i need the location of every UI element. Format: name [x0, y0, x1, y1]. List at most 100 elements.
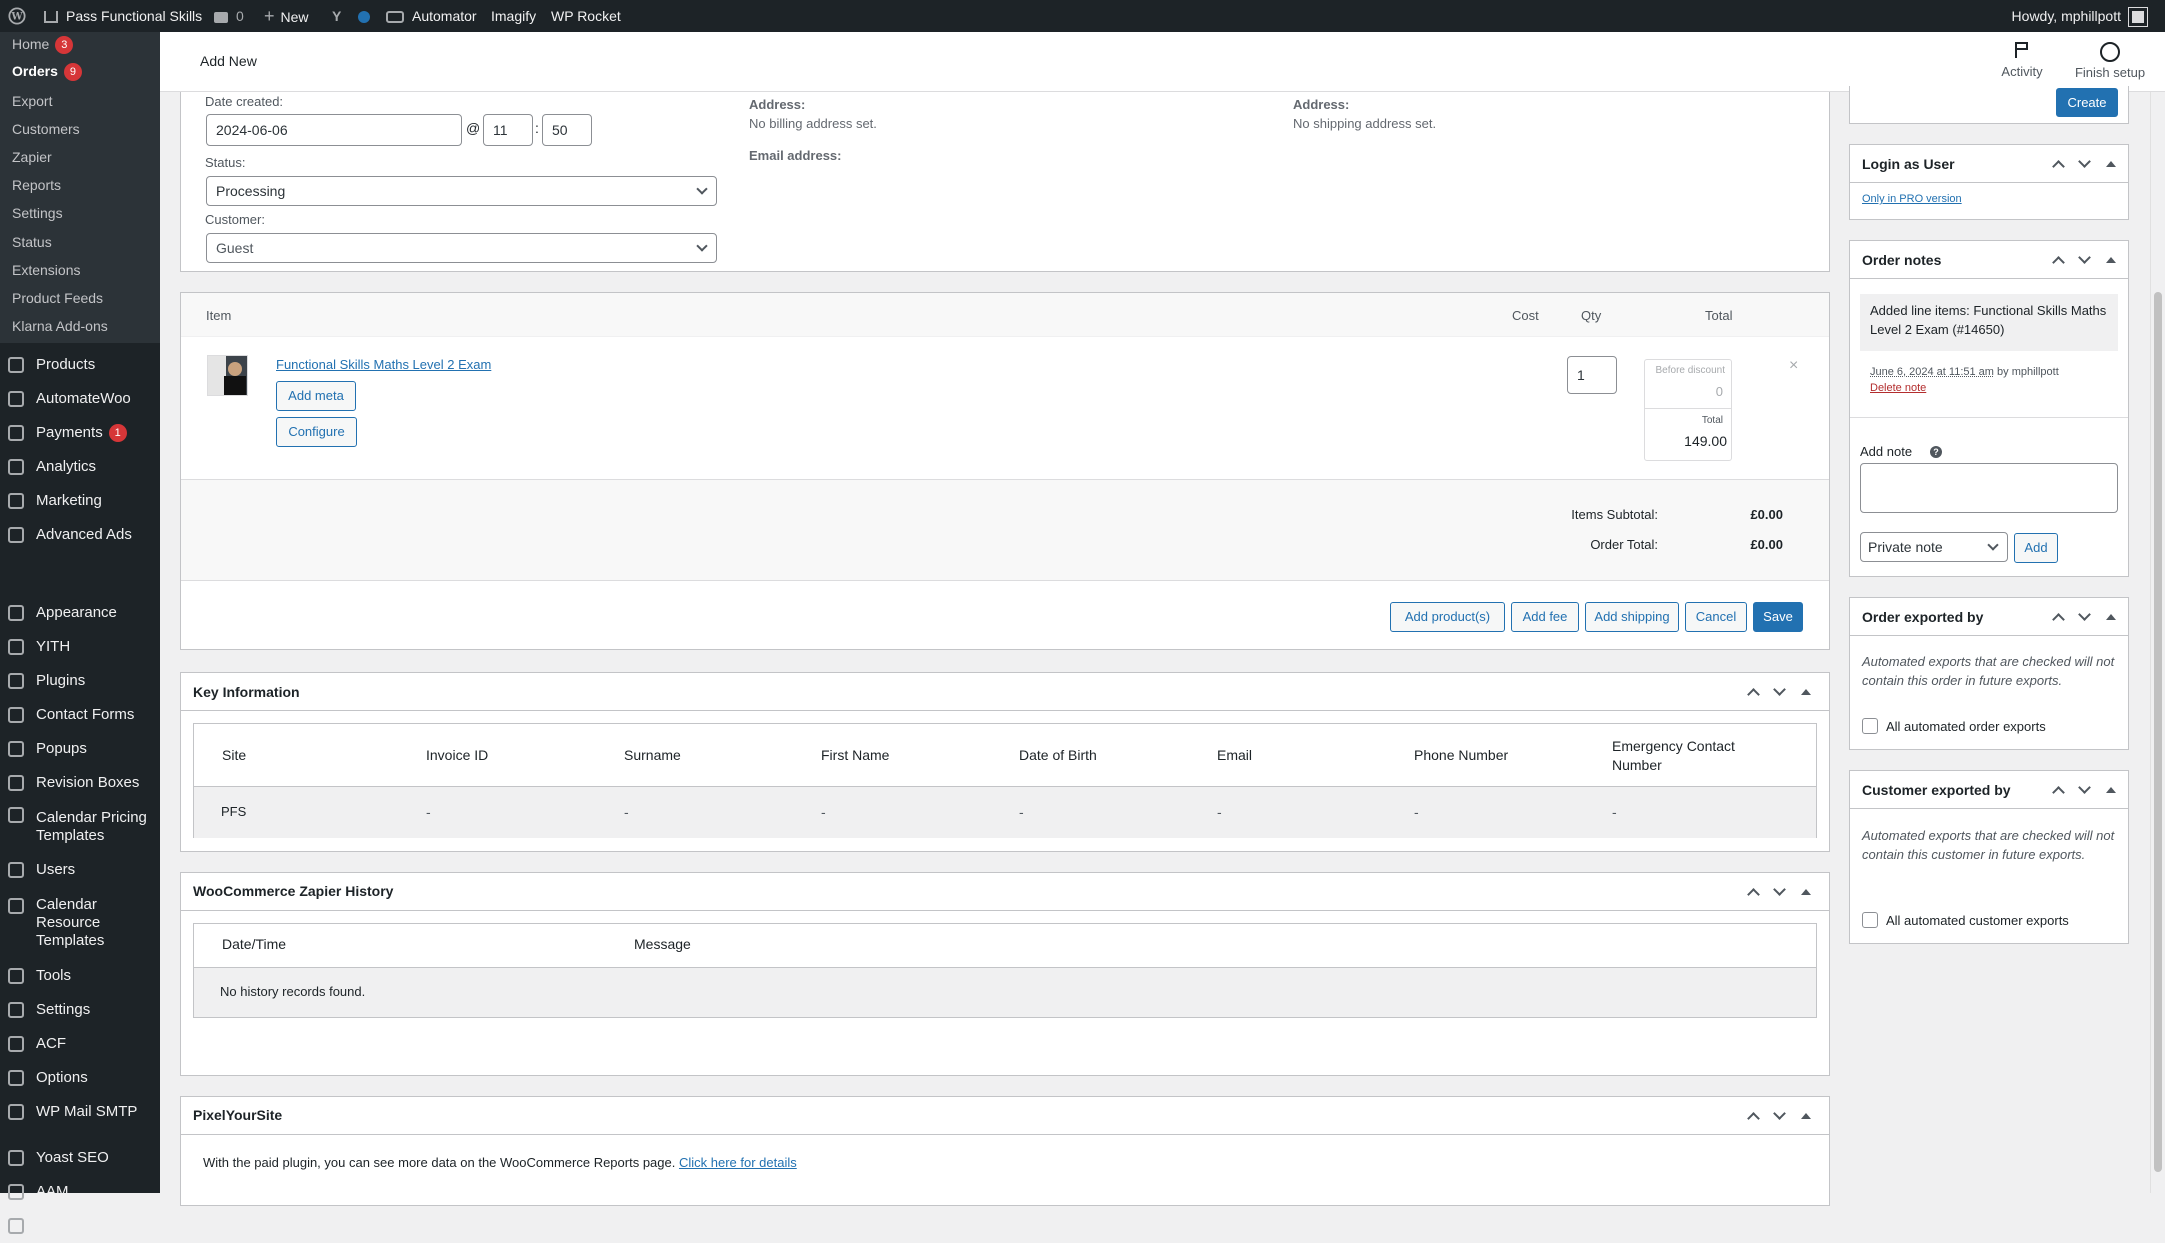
before-discount-input[interactable]: 0 [1716, 384, 1723, 399]
menu-contact-forms[interactable]: Contact Forms [0, 698, 160, 732]
add-note-button[interactable]: Add [2014, 533, 2058, 563]
comments-link[interactable]: 0 [214, 0, 244, 32]
menu-wp-mail-smtp[interactable]: WP Mail SMTP [0, 1095, 160, 1129]
submenu-status[interactable]: Status [12, 234, 52, 250]
move-up-icon[interactable] [2052, 610, 2066, 624]
submenu-extensions[interactable]: Extensions [12, 262, 80, 278]
add-note-textarea[interactable] [1860, 463, 2118, 513]
menu-calendar-resource-templates[interactable]: Calendar Resource Templates [0, 893, 160, 953]
move-down-icon[interactable] [1773, 1109, 1787, 1123]
collapse-toggle-icon[interactable] [2104, 610, 2118, 624]
menu-analytics[interactable]: Analytics [0, 450, 160, 484]
submenu-zapier[interactable]: Zapier [12, 149, 52, 165]
menu-users[interactable]: Users [0, 853, 160, 887]
new-content-link[interactable]: + New [264, 0, 309, 32]
move-down-icon[interactable] [1773, 685, 1787, 699]
note-type-select[interactable]: Private note [1860, 532, 2008, 562]
menu-automatewoo[interactable]: AutomateWoo [0, 382, 160, 416]
automator-link[interactable]: Automator [386, 0, 477, 32]
wp-rocket-link[interactable]: WP Rocket [551, 0, 621, 32]
menu-advanced-ads[interactable]: Advanced Ads [0, 518, 160, 552]
menu-products[interactable]: Products [0, 348, 160, 382]
menu-payments[interactable]: Payments 1 [0, 416, 160, 450]
menu-options[interactable]: Options [0, 1061, 160, 1095]
menu-calendar-pricing-templates[interactable]: Calendar Pricing Templates [0, 802, 160, 844]
move-up-icon[interactable] [2052, 157, 2066, 171]
configure-button[interactable]: Configure [276, 417, 357, 447]
menu-marketing[interactable]: Marketing [0, 484, 160, 518]
submenu-reports[interactable]: Reports [12, 177, 61, 193]
site-home-link[interactable]: Pass Functional Skills [44, 0, 202, 32]
move-down-icon[interactable] [2078, 157, 2092, 171]
user-account-link[interactable]: Howdy, mphillpott [2012, 0, 2147, 32]
remove-item-icon[interactable]: × [1789, 357, 1798, 375]
all-automated-order-exports-checkbox[interactable] [1862, 718, 1878, 734]
key-information-table [193, 723, 1817, 838]
delete-note-link[interactable]: Delete note [1870, 382, 1926, 394]
collapse-toggle-icon[interactable] [1799, 685, 1813, 699]
menu-plugins[interactable]: Plugins [0, 664, 160, 698]
yoast-admin-bar-icon[interactable]: Y [332, 0, 341, 32]
move-up-icon[interactable] [2052, 783, 2066, 797]
move-up-icon[interactable] [1747, 885, 1761, 899]
scrollbar-track[interactable] [2150, 92, 2165, 1193]
move-down-icon[interactable] [2078, 253, 2092, 267]
note-date-link[interactable]: June 6, 2024 at 11:51 am [1870, 366, 1994, 378]
menu-appearance[interactable]: Appearance [0, 596, 160, 630]
cancel-button[interactable]: Cancel [1685, 602, 1747, 632]
click-here-link[interactable]: Click here for details [679, 1155, 797, 1170]
collapse-toggle-icon[interactable] [1799, 1109, 1813, 1123]
avatar [2129, 8, 2147, 26]
submenu-export[interactable]: Export [12, 93, 52, 109]
customer-exported-by-description: Automated exports that are checked will … [1862, 826, 2120, 864]
menu-acf[interactable]: ACF [0, 1027, 160, 1061]
all-automated-customer-exports-checkbox[interactable] [1862, 912, 1878, 928]
create-button[interactable]: Create [2056, 88, 2118, 117]
collapse-toggle-icon[interactable] [2104, 783, 2118, 797]
imagify-link[interactable]: Imagify [491, 0, 536, 32]
finish-setup-button[interactable]: Finish setup [2060, 42, 2160, 80]
payments-badge: 1 [109, 424, 127, 442]
move-down-icon[interactable] [2078, 783, 2092, 797]
product-name-link[interactable]: Functional Skills Maths Level 2 Exam [276, 357, 491, 372]
collapse-toggle-icon[interactable] [2104, 253, 2118, 267]
quantity-input[interactable]: 1 [1567, 356, 1617, 394]
customer-select[interactable]: Guest [206, 233, 717, 263]
submenu-customers[interactable]: Customers [12, 121, 80, 137]
submenu-product-feeds[interactable]: Product Feeds [12, 290, 103, 306]
minute-input[interactable]: 50 [542, 114, 592, 146]
pro-version-link[interactable]: Only in PRO version [1862, 193, 1962, 205]
add-products-button[interactable]: Add product(s) [1390, 602, 1505, 632]
move-up-icon[interactable] [1747, 685, 1761, 699]
submenu-orders[interactable]: Orders 9 [12, 63, 82, 81]
menu-pixelyoursite[interactable]: PixelYourSite [0, 1209, 160, 1243]
menu-tools[interactable]: Tools [0, 959, 160, 993]
save-button[interactable]: Save [1753, 602, 1803, 632]
menu-yoast-seo[interactable]: Yoast SEO [0, 1141, 160, 1175]
activity-button[interactable]: Activity [1992, 42, 2052, 79]
scrollbar-thumb[interactable] [2154, 292, 2162, 1172]
wordpress-logo-icon[interactable]: W [8, 0, 28, 32]
add-shipping-button[interactable]: Add shipping [1585, 602, 1679, 632]
move-down-icon[interactable] [1773, 885, 1787, 899]
menu-aam[interactable]: AAM [0, 1175, 160, 1209]
hour-input[interactable]: 11 [483, 114, 533, 146]
status-select[interactable]: Processing [206, 176, 717, 206]
help-icon[interactable]: ? [1930, 446, 1942, 458]
submenu-klarna-addons[interactable]: Klarna Add-ons [12, 318, 108, 334]
menu-popups[interactable]: Popups [0, 732, 160, 766]
submenu-settings[interactable]: Settings [12, 205, 63, 221]
move-down-icon[interactable] [2078, 610, 2092, 624]
menu-revision-boxes[interactable]: Revision Boxes [0, 766, 160, 800]
move-up-icon[interactable] [2052, 253, 2066, 267]
collapse-toggle-icon[interactable] [2104, 157, 2118, 171]
collapse-toggle-icon[interactable] [1799, 885, 1813, 899]
submenu-home[interactable]: Home 3 [12, 36, 73, 54]
add-fee-button[interactable]: Add fee [1511, 602, 1579, 632]
move-up-icon[interactable] [1747, 1109, 1761, 1123]
menu-settings[interactable]: Settings [0, 993, 160, 1027]
date-created-input[interactable]: 2024-06-06 [206, 114, 462, 146]
menu-yith[interactable]: YITH [0, 630, 160, 664]
add-meta-button[interactable]: Add meta [276, 381, 356, 411]
line-total-input[interactable]: 149.00 [1684, 433, 1727, 449]
